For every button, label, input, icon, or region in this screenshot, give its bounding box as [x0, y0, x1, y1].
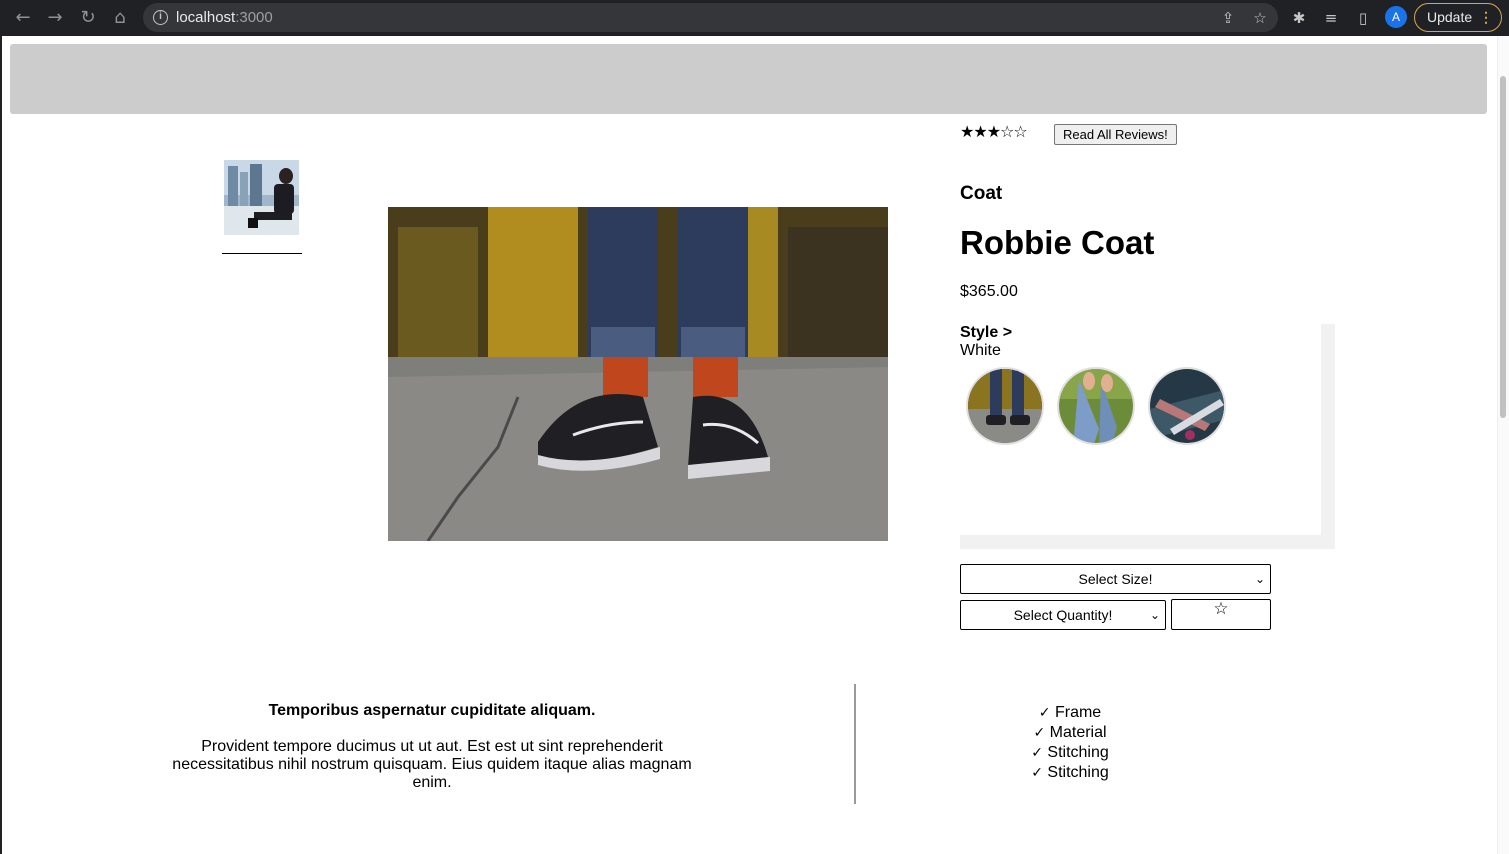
- url-text[interactable]: localhost:3000: [176, 9, 273, 26]
- back-icon[interactable]: ←: [11, 6, 35, 30]
- scrollbar-thumb[interactable]: [1500, 76, 1506, 418]
- description-body: Provident tempore ducimus ut ut aut. Est…: [172, 738, 692, 791]
- favorite-button[interactable]: ☆: [1171, 599, 1271, 630]
- url-port: :3000: [235, 9, 273, 26]
- product-price: $365.00: [960, 283, 1018, 300]
- product-category: Coat: [960, 183, 1003, 204]
- features-list: ✓ Frame ✓ Material ✓ Stitching ✓ Stitchi…: [1000, 703, 1140, 783]
- checkmark-icon: ✓: [1031, 745, 1043, 761]
- checkmark-icon: ✓: [1033, 725, 1046, 741]
- style-swatch[interactable]: [1148, 367, 1226, 445]
- forward-icon[interactable]: →: [43, 6, 67, 30]
- read-all-reviews-button[interactable]: Read All Reviews!: [1054, 124, 1177, 145]
- menu-kebab-icon[interactable]: ⋮: [1479, 4, 1493, 30]
- checkmark-icon: ✓: [1031, 765, 1043, 781]
- side-panel-icon[interactable]: ▯: [1352, 7, 1374, 29]
- quantity-select-label: Select Quantity!: [1013, 607, 1113, 623]
- style-selected-value: White: [960, 342, 1001, 359]
- feature-label: Frame: [1054, 704, 1102, 721]
- thumbnail-selected-indicator: [222, 253, 302, 254]
- browser-toolbar: ← → ↻ ⌂ i localhost:3000 ⇪ ☆ ✱ ≡ ▯ A Upd…: [0, 0, 1509, 36]
- chevron-down-icon: ⌄: [1149, 608, 1160, 622]
- style-swatch[interactable]: [1057, 367, 1135, 445]
- size-select-label: Select Size!: [1078, 571, 1153, 587]
- style-selector-panel: Style > White: [960, 324, 1335, 549]
- section-divider: [854, 684, 856, 804]
- rating-stars: ★★★☆☆: [960, 122, 1028, 141]
- share-icon[interactable]: ⇪: [1218, 8, 1238, 28]
- style-label: Style >: [960, 324, 1013, 341]
- reading-list-icon[interactable]: ≡: [1320, 7, 1342, 29]
- bookmark-star-icon[interactable]: ☆: [1250, 8, 1270, 28]
- header-banner: [10, 44, 1487, 114]
- home-icon[interactable]: ⌂: [108, 6, 132, 30]
- url-host: localhost: [176, 9, 236, 26]
- style-selector-inner: Style > White: [960, 324, 1321, 535]
- profile-avatar[interactable]: A: [1385, 6, 1407, 28]
- checkmark-icon: ✓: [1038, 705, 1051, 721]
- feature-item: ✓ Material: [1000, 723, 1140, 743]
- description-heading: Temporibus aspernatur cupiditate aliquam…: [268, 702, 596, 719]
- feature-item: ✓ Stitching: [1000, 763, 1140, 783]
- update-label: Update: [1427, 9, 1473, 25]
- gallery-thumbnail[interactable]: [224, 160, 299, 235]
- size-select[interactable]: Select Size! ⌄: [960, 564, 1271, 594]
- feature-item: ✓ Stitching: [1000, 743, 1140, 763]
- reload-icon[interactable]: ↻: [76, 6, 100, 30]
- scrollbar[interactable]: [1497, 36, 1509, 854]
- feature-label: Material: [1049, 724, 1107, 741]
- update-button[interactable]: Update ⋮: [1414, 3, 1502, 32]
- feature-label: Stitching: [1047, 764, 1109, 781]
- feature-label: Stitching: [1047, 744, 1109, 761]
- quantity-select[interactable]: Select Quantity! ⌄: [960, 600, 1166, 630]
- chevron-down-icon: ⌄: [1254, 572, 1265, 586]
- extensions-icon[interactable]: ✱: [1288, 7, 1310, 29]
- address-bar[interactable]: i localhost:3000 ⇪ ☆: [143, 3, 1278, 32]
- style-swatch[interactable]: [966, 367, 1044, 445]
- site-info-icon[interactable]: i: [153, 10, 168, 25]
- feature-item: ✓ Frame: [1000, 703, 1140, 723]
- star-outline-icon: ☆: [1213, 599, 1229, 619]
- main-product-image[interactable]: [388, 207, 888, 541]
- product-name: Robbie Coat: [960, 224, 1155, 261]
